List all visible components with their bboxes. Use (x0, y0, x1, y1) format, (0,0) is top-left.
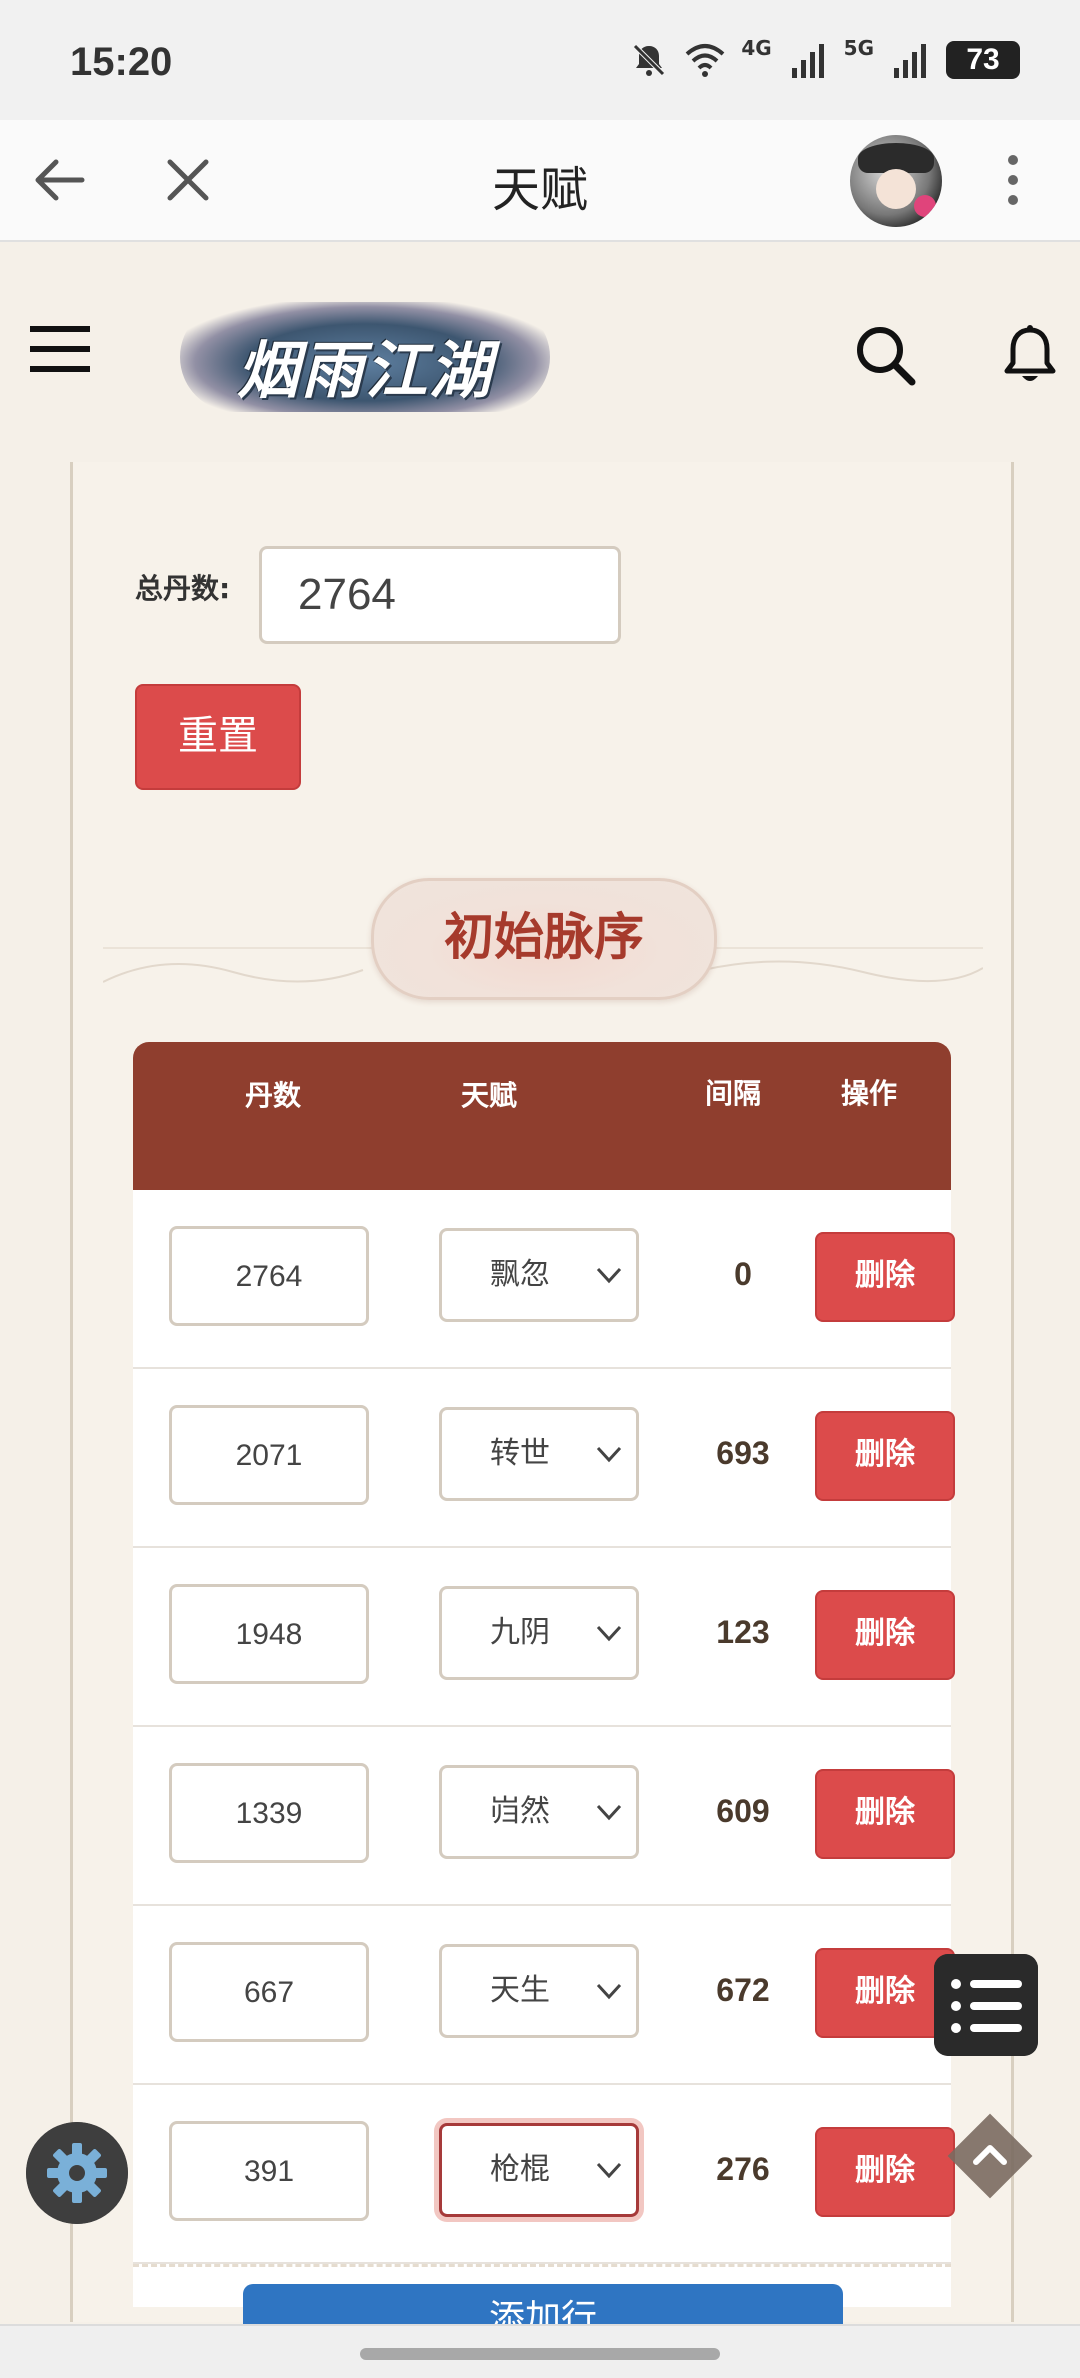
dan-input[interactable]: 2764 (169, 1226, 369, 1326)
dan-input[interactable]: 667 (169, 1942, 369, 2042)
chevron-down-icon (596, 1446, 622, 1463)
settings-gear-icon[interactable] (26, 2122, 128, 2224)
header-talent: 天赋 (460, 1079, 517, 1112)
battery-indicator: 73 (946, 41, 1020, 79)
chevron-down-icon (596, 1804, 622, 1821)
talent-select-value: 枪棍 (490, 2152, 550, 2187)
table-row: 391 枪棍 276 删除 (133, 2085, 955, 2264)
gap-value: 123 (716, 1614, 770, 1650)
hamburger-menu-icon[interactable] (30, 324, 90, 374)
gap-value: 672 (716, 1972, 770, 2008)
delete-button[interactable]: 删除 (815, 1232, 955, 1322)
talent-select[interactable]: 转世 (439, 1407, 639, 1501)
table-header: 丹数 天赋 间隔 操作 (133, 1042, 951, 1190)
status-bar: 15:20 4G 5G 73 (0, 0, 1080, 120)
wifi-icon (685, 44, 725, 77)
dan-input[interactable]: 1339 (169, 1763, 369, 1863)
table-row: 667 天生 672 删除 (133, 1906, 955, 2085)
status-icons: 4G 5G 73 (629, 36, 1020, 80)
talent-select[interactable]: 枪棍 (439, 2123, 639, 2217)
table-row: 1339 岿然 609 删除 (133, 1727, 955, 1906)
header-dan: 丹数 (244, 1079, 301, 1112)
avatar[interactable] (850, 135, 942, 227)
total-dan-label: 总丹数: (135, 572, 231, 605)
notification-bell-icon[interactable] (1000, 322, 1060, 388)
home-gesture-pill[interactable] (360, 2348, 720, 2360)
header-op: 操作 (840, 1077, 897, 1110)
talent-select-value: 天生 (490, 1973, 550, 2008)
reset-button[interactable]: 重置 (135, 684, 301, 790)
dan-input[interactable]: 2071 (169, 1405, 369, 1505)
talent-select-value: 岿然 (490, 1794, 550, 1829)
site-header: 烟雨江湖 (0, 242, 1080, 462)
chevron-down-icon (596, 2162, 622, 2179)
section-title: 初始脉序 (371, 878, 717, 1000)
talent-select[interactable]: 九阴 (439, 1586, 639, 1680)
browser-title-bar: 天赋 (0, 120, 1080, 242)
status-time: 15:20 (70, 40, 173, 84)
toc-list-icon[interactable] (934, 1954, 1038, 2056)
system-nav-bar (0, 2324, 1080, 2378)
chevron-down-icon (596, 1267, 622, 1284)
talent-select[interactable]: 飘忽 (439, 1228, 639, 1322)
talent-select[interactable]: 岿然 (439, 1765, 639, 1859)
delete-button[interactable]: 删除 (815, 2127, 955, 2217)
chevron-down-icon (596, 1625, 622, 1642)
talent-select-value: 飘忽 (490, 1257, 550, 1292)
table-row: 2071 转世 693 删除 (133, 1369, 955, 1548)
gap-value: 276 (716, 2151, 770, 2187)
network-label-4g: 4G (741, 36, 772, 60)
talent-select-value: 九阴 (490, 1615, 550, 1650)
chevron-down-icon (596, 1983, 622, 2000)
scroll-to-top-icon[interactable] (942, 2108, 1038, 2204)
dan-input[interactable]: 391 (169, 2121, 369, 2221)
signal-icon (791, 44, 824, 78)
site-logo[interactable]: 烟雨江湖 (180, 302, 550, 412)
header-gap: 间隔 (704, 1077, 761, 1110)
talent-table: 丹数 天赋 间隔 操作 2764 飘忽 0 删除 2071 转世 693 删除 … (133, 1042, 955, 2307)
network-label-5g: 5G (843, 36, 874, 60)
gap-value: 609 (716, 1793, 770, 1829)
table-row: 2764 飘忽 0 删除 (133, 1190, 955, 1369)
delete-button[interactable]: 删除 (815, 1411, 955, 1501)
talent-select[interactable]: 天生 (439, 1944, 639, 2038)
delete-button[interactable]: 删除 (815, 1769, 955, 1859)
gap-value: 0 (734, 1256, 752, 1292)
dan-input[interactable]: 1948 (169, 1584, 369, 1684)
content-card: 总丹数: 2764 重置 初始脉序 丹数 天赋 间隔 操作 2764 飘忽 0 … (70, 462, 1014, 2344)
mute-bell-icon (633, 44, 666, 76)
gap-value: 693 (716, 1435, 770, 1471)
search-icon[interactable] (852, 322, 918, 388)
total-dan-input[interactable]: 2764 (259, 546, 621, 644)
signal-icon-2 (894, 44, 926, 78)
talent-select-value: 转世 (490, 1436, 550, 1471)
logo-text: 烟雨江湖 (236, 334, 493, 407)
table-row: 1948 九阴 123 删除 (133, 1548, 955, 1727)
delete-button[interactable]: 删除 (815, 1590, 955, 1680)
more-vertical-icon[interactable] (998, 150, 1028, 210)
